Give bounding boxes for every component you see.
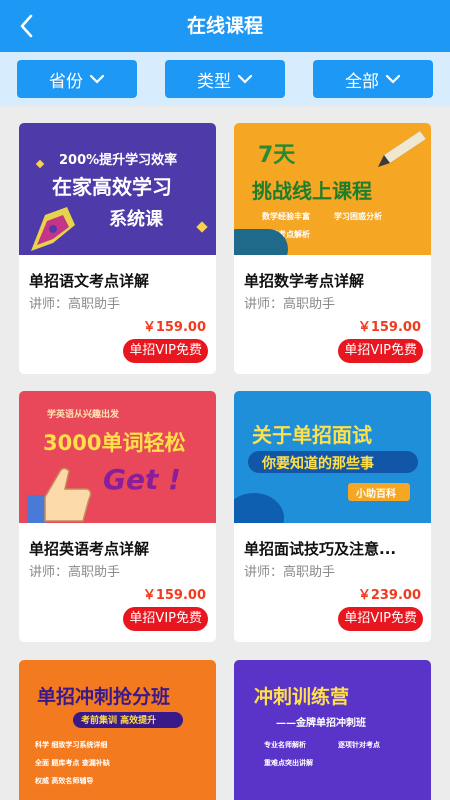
vip-free-badge[interactable]: 单招VIP免费	[123, 607, 208, 631]
course-teacher: 讲师：高职助手	[244, 565, 336, 580]
filter-label: 省份	[49, 71, 83, 92]
thumb-text: 学英语从兴趣出发	[47, 410, 120, 420]
thumb-text: 学习困惑分析	[334, 212, 382, 221]
thumb-text: ——金牌单招冲刺班	[276, 718, 366, 729]
thumb-text: 7天	[258, 143, 296, 168]
chevron-down-icon	[385, 74, 401, 84]
course-card[interactable]: 学英语从兴趣出发 3000单词轻松 Get ! 单招英语考点详解 讲师：高职助手…	[19, 391, 216, 642]
pen-nib-icon	[31, 207, 75, 251]
filter-label: 全部	[345, 71, 379, 92]
course-thumbnail: 冲刺训练营 ——金牌单招冲刺班 专业名师解析 逐项针对考点 重难点突出讲解	[234, 660, 431, 800]
thumb-text: 单招冲刺抢分班	[37, 686, 171, 708]
filter-bar: 省份 类型 全部	[0, 52, 450, 106]
course-teacher: 讲师：高职助手	[244, 297, 336, 312]
filter-type[interactable]: 类型	[165, 60, 285, 98]
course-card[interactable]: 关于单招面试 你要知道的那些事 小助百科 单招面试技巧及注意... 讲师：高职助…	[234, 391, 431, 642]
course-price: ￥159.00	[142, 588, 206, 603]
course-card[interactable]: 7天 挑战线上课程 数学经验丰富 学习困惑分析 课程考点解析 单招数学考点详解 …	[234, 123, 431, 374]
thumbs-up-icon	[27, 467, 92, 523]
vip-free-badge[interactable]: 单招VIP免费	[123, 339, 208, 363]
thumb-text: 逐项针对考点	[338, 741, 380, 749]
course-title: 单招语文考点详解	[29, 272, 150, 290]
thumb-text: 挑战线上课程	[252, 179, 372, 203]
course-thumbnail: 200%提升学习效率 在家高效学习 系统课	[19, 123, 216, 255]
thumb-text: 专业名师解析	[264, 741, 306, 749]
vip-free-badge[interactable]: 单招VIP免费	[338, 607, 423, 631]
course-title: 单招数学考点详解	[244, 272, 365, 290]
thumb-text: Get !	[103, 463, 181, 496]
course-title: 单招面试技巧及注意...	[244, 540, 397, 558]
pencil-icon	[378, 131, 426, 167]
vip-free-badge[interactable]: 单招VIP免费	[338, 339, 423, 363]
thumb-text: 小助百科	[356, 489, 396, 500]
thumb-text: 冲刺训练营	[254, 686, 350, 708]
thumb-text: 数学经验丰富	[262, 212, 310, 221]
thumb-text: 200%提升学习效率	[59, 153, 178, 168]
course-thumbnail: 7天 挑战线上课程 数学经验丰富 学习困惑分析 课程考点解析	[234, 123, 431, 255]
app-header: 在线课程	[0, 0, 450, 52]
thumb-text: 系统课	[109, 209, 163, 230]
thumb-text: 权威 高效名师辅导	[35, 777, 94, 785]
course-price: ￥239.00	[357, 588, 421, 603]
thumb-text: 重难点突出讲解	[264, 759, 313, 767]
course-thumbnail: 关于单招面试 你要知道的那些事 小助百科	[234, 391, 431, 523]
thumb-text: 关于单招面试	[252, 423, 372, 447]
thumb-text: 全面 题库考点 查漏补缺	[35, 759, 110, 767]
course-card[interactable]: 200%提升学习效率 在家高效学习 系统课 单招语文考点详解 讲师：高职助手 ￥…	[19, 123, 216, 374]
course-card[interactable]: 冲刺训练营 ——金牌单招冲刺班 专业名师解析 逐项针对考点 重难点突出讲解	[234, 660, 431, 800]
thumb-text: 你要知道的那些事	[262, 456, 374, 472]
course-thumbnail: 学英语从兴趣出发 3000单词轻松 Get !	[19, 391, 216, 523]
course-price: ￥159.00	[142, 320, 206, 335]
thumb-text: 科学 细致学习系统详细	[35, 741, 108, 749]
page-title: 在线课程	[186, 15, 263, 37]
course-teacher: 讲师：高职助手	[29, 565, 121, 580]
chevron-down-icon	[237, 74, 253, 84]
course-teacher: 讲师：高职助手	[29, 297, 121, 312]
filter-all[interactable]: 全部	[313, 60, 433, 98]
course-title: 单招英语考点详解	[29, 540, 150, 558]
thumb-text: 3000单词轻松	[43, 431, 186, 455]
course-card[interactable]: 单招冲刺抢分班 考前集训 高效提升 科学 细致学习系统详细 全面 题库考点 查漏…	[19, 660, 216, 800]
thumb-text: 考前集训 高效提升	[81, 716, 157, 726]
filter-label: 类型	[197, 71, 231, 92]
course-grid: 200%提升学习效率 在家高效学习 系统课 单招语文考点详解 讲师：高职助手 ￥…	[0, 106, 450, 800]
course-thumbnail: 单招冲刺抢分班 考前集训 高效提升 科学 细致学习系统详细 全面 题库考点 查漏…	[19, 660, 216, 800]
chevron-down-icon	[89, 74, 105, 84]
course-price: ￥159.00	[357, 320, 421, 335]
filter-province[interactable]: 省份	[17, 60, 137, 98]
